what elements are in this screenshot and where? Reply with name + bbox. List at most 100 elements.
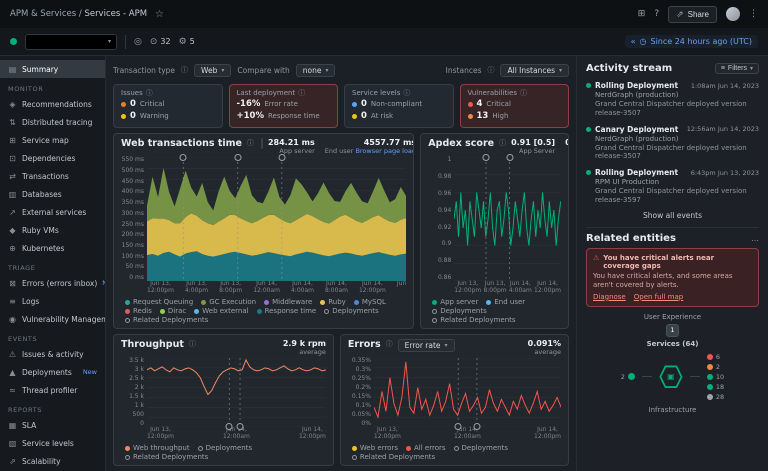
- info-icon[interactable]: ⓘ: [181, 65, 188, 75]
- issues-card[interactable]: Issuesⓘ0Critical0Warning: [113, 84, 223, 128]
- service-node[interactable]: 28: [707, 393, 724, 401]
- deployment-marker[interactable]: [234, 154, 241, 161]
- watchers-count[interactable]: ⊙ 32: [150, 37, 171, 47]
- legend-item-web-external[interactable]: Web external: [194, 307, 248, 315]
- sidebar-item-sla[interactable]: ▦SLA: [0, 416, 105, 434]
- deployment-marker[interactable]: [455, 423, 462, 430]
- deployment-marker[interactable]: [483, 154, 490, 161]
- time-range-picker[interactable]: « ◷ Since 24 hours ago (UTC): [625, 35, 758, 48]
- legend-item-web-throughput[interactable]: Web throughput: [125, 444, 190, 452]
- deployment-marker[interactable]: [473, 423, 480, 430]
- legend-item-deployments[interactable]: Deployments: [432, 307, 486, 315]
- info-icon[interactable]: ⓘ: [520, 88, 527, 98]
- info-icon[interactable]: ⓘ: [499, 138, 506, 148]
- vulnerabilities-card[interactable]: Vulnerabilitiesⓘ4Critical13High: [460, 84, 570, 128]
- sidebar-item-ruby-vms[interactable]: ◆Ruby VMs: [0, 221, 105, 239]
- sidebar-item-issues-activity[interactable]: ⚠Issues & activity: [0, 345, 105, 363]
- kebab-menu-icon[interactable]: …: [751, 234, 759, 243]
- last-deployment-card[interactable]: Last deploymentⓘ-16%Error rate+10%Respon…: [229, 84, 339, 128]
- user-experience-node[interactable]: 1: [666, 324, 679, 337]
- sidebar-item-dependencies[interactable]: ⊡Dependencies: [0, 149, 105, 167]
- service-node[interactable]: 10: [707, 373, 724, 381]
- legend-item-deployments[interactable]: Deployments: [324, 307, 378, 315]
- sidebar-item-summary[interactable]: ▤Summary: [0, 60, 105, 78]
- share-button[interactable]: ⇗ Share: [668, 6, 717, 23]
- deployment-marker[interactable]: [180, 154, 187, 161]
- sidebar-item-recommendations[interactable]: ◈Recommendations: [0, 95, 105, 113]
- breadcrumb[interactable]: APM & Services / Services - APM: [10, 9, 147, 19]
- sidebar-item-external-services[interactable]: ↗External services: [0, 203, 105, 221]
- legend-item-deployments[interactable]: Deployments: [454, 444, 508, 452]
- legend-item-app-server[interactable]: App server: [432, 298, 478, 306]
- legend-item-related-deployments[interactable]: Related Deployments: [352, 453, 435, 461]
- sidebar-item-transactions[interactable]: ⇄Transactions: [0, 167, 105, 185]
- legend-item-ruby[interactable]: Ruby: [320, 298, 346, 306]
- service-node[interactable]: 18: [707, 383, 724, 391]
- errors-metric-select[interactable]: Error rate▾: [398, 339, 455, 352]
- legend-item-deployments[interactable]: Deployments: [198, 444, 252, 452]
- legend-item-request-queuing[interactable]: Request Queuing: [125, 298, 193, 306]
- favorite-star-icon[interactable]: ☆: [155, 9, 164, 20]
- sidebar-item-kubernetes[interactable]: ⊕Kubernetes: [0, 239, 105, 257]
- legend-item-response-time[interactable]: Response time: [257, 307, 317, 315]
- breadcrumb-section[interactable]: APM & Services: [10, 9, 76, 19]
- compare-with-select[interactable]: none ▾: [296, 64, 336, 77]
- legend-item-dirac[interactable]: Dirac: [160, 307, 186, 315]
- sidebar-item-vulnerability-management[interactable]: ◉Vulnerability Management: [0, 310, 105, 328]
- deployment-marker[interactable]: [278, 154, 285, 161]
- open-full-map-link[interactable]: Open full map: [634, 293, 684, 301]
- incoming-node[interactable]: 2: [621, 373, 635, 381]
- legend-item-mysql[interactable]: MySQL: [354, 298, 386, 306]
- sidebar-item-scalability[interactable]: ⇗Scalability: [0, 452, 105, 470]
- service-node[interactable]: 6: [707, 353, 724, 361]
- legend-item-middleware[interactable]: Middleware: [264, 298, 312, 306]
- info-icon[interactable]: ⓘ: [146, 88, 153, 98]
- throughput-plot-area[interactable]: [147, 358, 326, 427]
- info-icon[interactable]: ⓘ: [189, 339, 196, 349]
- users-icon[interactable]: ◎: [134, 37, 142, 47]
- info-icon[interactable]: ⓘ: [247, 138, 254, 148]
- activity-event[interactable]: Rolling Deployment1:08am Jun 14, 2023Ner…: [586, 81, 759, 118]
- legend-item-redis[interactable]: Redis: [125, 307, 152, 315]
- apps-grid-icon[interactable]: ⊞: [638, 9, 646, 19]
- filters-button[interactable]: ≡ Filters ▾: [715, 63, 759, 74]
- errors-plot-area[interactable]: [374, 358, 561, 427]
- legend-item-all-errors[interactable]: All errors: [406, 444, 446, 452]
- info-icon[interactable]: ⓘ: [298, 88, 305, 98]
- sidebar-item-errors-errors-inbox[interactable]: ⊠Errors (errors inbox)New: [0, 274, 105, 292]
- service-node[interactable]: 2: [707, 363, 724, 371]
- legend-item-gc-execution[interactable]: GC Execution: [201, 298, 256, 306]
- help-icon[interactable]: ?: [654, 9, 659, 19]
- activity-event[interactable]: Rolling Deployment6:43pm Jun 13, 2023RPM…: [586, 168, 759, 205]
- legend-item-web-errors[interactable]: Web errors: [352, 444, 398, 452]
- settings-count[interactable]: ⚙ 5: [179, 37, 195, 47]
- deployment-marker[interactable]: [226, 423, 233, 430]
- kebab-menu-icon[interactable]: ⋮: [749, 9, 758, 19]
- activity-event[interactable]: Canary Deployment12:56am Jun 14, 2023Ner…: [586, 125, 759, 162]
- legend-item-end-user[interactable]: End user: [486, 298, 525, 306]
- info-icon[interactable]: ⓘ: [487, 65, 494, 75]
- sidebar-item-databases[interactable]: ▥Databases: [0, 185, 105, 203]
- apdex-plot-area[interactable]: [454, 157, 561, 281]
- transaction-type-select[interactable]: Web ▾: [194, 64, 231, 77]
- services-hexagon-node[interactable]: ▣: [659, 365, 683, 389]
- sidebar-item-logs[interactable]: ≡Logs: [0, 292, 105, 310]
- diagnose-link[interactable]: Diagnose: [593, 293, 626, 301]
- avatar[interactable]: [726, 7, 740, 21]
- deployment-marker[interactable]: [506, 154, 513, 161]
- legend-item-related-deployments[interactable]: Related Deployments: [125, 453, 208, 461]
- sidebar-item-service-map[interactable]: ⊞Service map: [0, 131, 105, 149]
- sidebar-item-deployments[interactable]: ▲DeploymentsNew: [0, 363, 105, 381]
- sidebar-item-thread-profiler[interactable]: ≈Thread profiler: [0, 381, 105, 399]
- info-icon[interactable]: ⓘ: [386, 339, 393, 349]
- browser-page-load-link[interactable]: Browser page load: [355, 147, 414, 155]
- deployment-marker[interactable]: [237, 423, 244, 430]
- sidebar-item-service-levels[interactable]: ▧Service levels: [0, 434, 105, 452]
- entity-picker[interactable]: ▾: [25, 34, 117, 50]
- instances-select[interactable]: All Instances ▾: [500, 64, 569, 77]
- service-levels-card[interactable]: Service levelsⓘ0Non-compliant0At risk: [344, 84, 454, 128]
- show-all-events-button[interactable]: Show all events: [586, 205, 759, 224]
- web-plot-area[interactable]: [147, 157, 406, 281]
- legend-item-related-deployments[interactable]: Related Deployments: [125, 316, 208, 324]
- line-chart-icon[interactable]: ~: [262, 139, 263, 148]
